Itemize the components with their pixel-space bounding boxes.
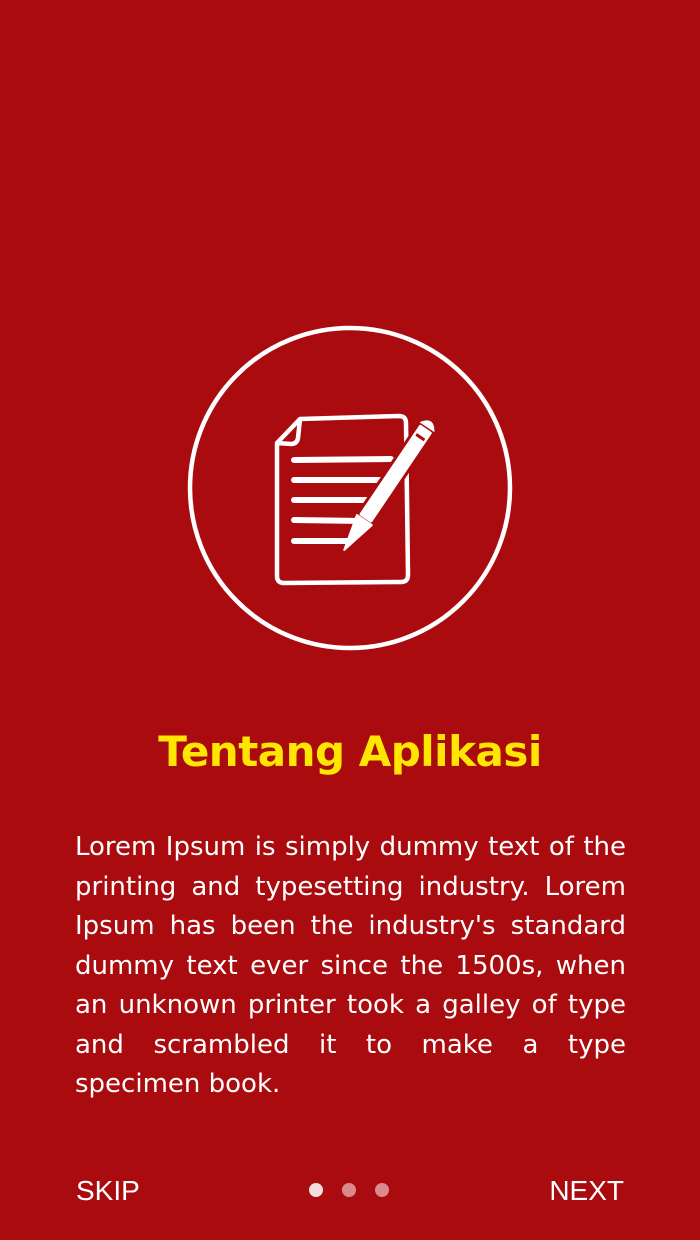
page-dot-3[interactable] [375,1183,389,1197]
page-dot-1[interactable] [309,1183,323,1197]
page-indicator [309,1183,389,1197]
onboarding-description: Lorem Ipsum is simply dummy text of the … [75,832,626,1099]
page-dot-2[interactable] [342,1183,356,1197]
skip-button[interactable]: SKIP [76,1170,140,1212]
onboarding-screen: Tentang Aplikasi Lorem Ipsum is simply d… [0,0,700,1240]
document-pen-icon [187,325,513,651]
next-button[interactable]: NEXT [549,1170,624,1212]
onboarding-title: Tentang Aplikasi [158,727,542,776]
